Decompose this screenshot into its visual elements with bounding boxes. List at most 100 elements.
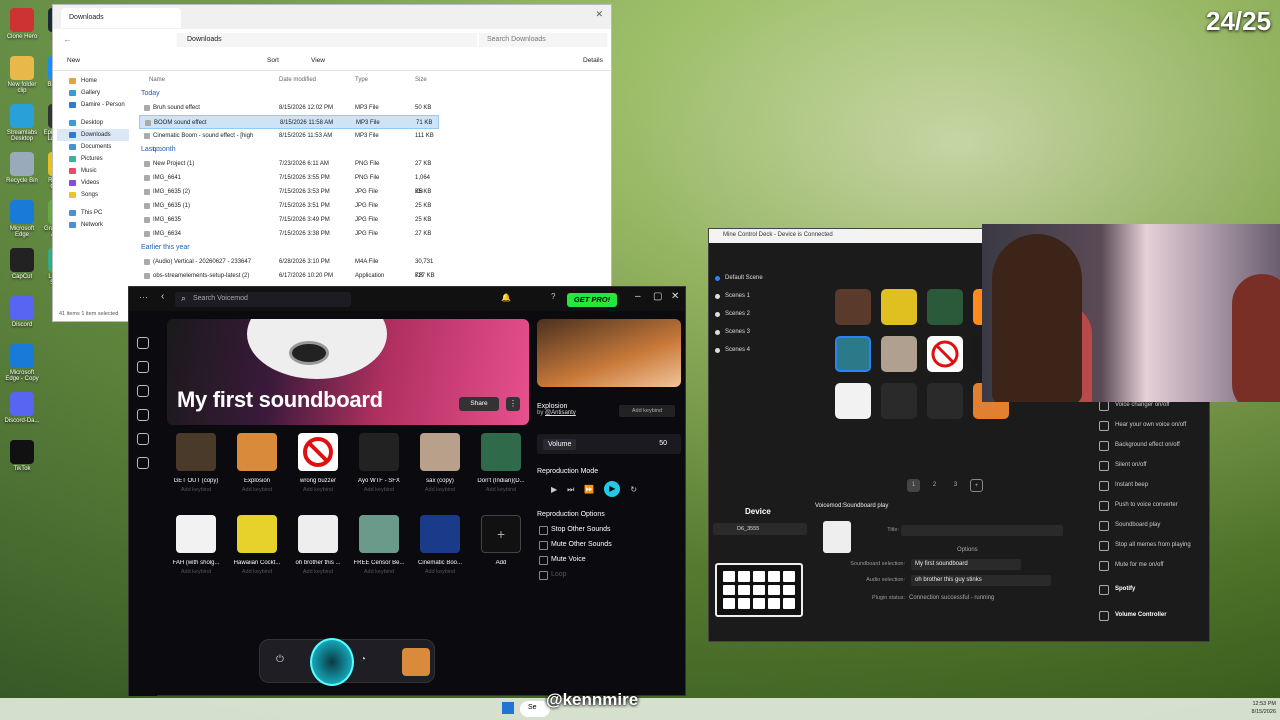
action-item[interactable]: Silent on/off — [1089, 455, 1211, 475]
device-select[interactable]: D6_3555 — [713, 523, 807, 535]
nav-item[interactable]: Videos — [57, 177, 129, 189]
desktop-icon[interactable]: Discord — [4, 296, 40, 328]
sidebar-settings-icon[interactable] — [137, 457, 149, 469]
more-options-button[interactable]: ⋮ — [506, 397, 520, 411]
page-button[interactable]: 2 — [928, 479, 941, 492]
sound-pad[interactable]: FREE Censor Be... Add keybind — [352, 515, 406, 575]
file-row[interactable]: IMG_6641 7/15/2026 3:55 PM PNG File 1,064 K… — [139, 171, 439, 195]
reproduction-option-checkbox[interactable]: Mute Other Sounds — [537, 541, 681, 550]
file-row[interactable]: Bruh sound effect 8/15/2026 12:02 PM MP3 F… — [139, 101, 439, 115]
action-item[interactable]: Hear your own voice on/off — [1089, 415, 1211, 435]
soundboard-select[interactable]: My first soundboard — [911, 559, 1021, 570]
view-button[interactable]: View — [311, 57, 325, 64]
file-row[interactable]: obs-streamelements-setup-latest (2) 6/17/… — [139, 269, 439, 283]
play-icon[interactable]: ▶ — [551, 485, 557, 497]
group-header[interactable]: Today — [139, 87, 439, 101]
sound-pad[interactable]: sax (copy) Add keybind — [413, 433, 467, 493]
action-group[interactable]: Volume Controller — [1089, 605, 1211, 625]
menu-icon[interactable]: ⋯ — [139, 292, 148, 303]
bell-icon[interactable]: 🔔 — [501, 293, 511, 302]
explorer-search-input[interactable]: Search Downloads — [479, 33, 607, 47]
sound-pad[interactable]: Hawaiian Cockt... Add keybind — [230, 515, 284, 575]
reproduction-option-checkbox[interactable]: Loop — [537, 571, 681, 580]
volume-control[interactable]: Volume 50 — [537, 434, 681, 454]
deck-key[interactable] — [881, 336, 917, 372]
nav-item[interactable]: Damire - Person — [57, 99, 129, 111]
scene-item[interactable]: Default Scene — [711, 269, 811, 287]
deck-key[interactable] — [927, 383, 963, 419]
action-item[interactable]: Mute for me on/off — [1089, 555, 1211, 575]
desktop-icon[interactable]: Microsoft Edge - Copy — [4, 344, 40, 382]
action-item[interactable]: Soundboard play — [1089, 515, 1211, 535]
file-row[interactable]: BOOM sound effect 8/15/2026 11:58 AM MP3 F… — [139, 115, 439, 129]
scene-item[interactable]: Scenes 3 — [711, 323, 811, 341]
action-item[interactable]: Background effect on/off — [1089, 435, 1211, 455]
file-explorer-window[interactable]: Downloads ✕ ← Downloads Search Downloads… — [52, 4, 612, 322]
group-header[interactable]: Earlier this year — [139, 241, 439, 255]
desktop-icon[interactable]: Streamlabs Desktop — [4, 104, 40, 142]
sound-pad[interactable]: Explosion Add keybind — [230, 433, 284, 493]
nav-item[interactable]: Home — [57, 75, 129, 87]
sound-pad-keybind[interactable]: Add keybind — [230, 569, 284, 575]
file-row[interactable]: (Audio) Vertical - 20260627 - 233647 6/28… — [139, 255, 439, 279]
sidebar-store-icon[interactable] — [137, 433, 149, 445]
file-row[interactable]: Cinematic Boom - sound effect - [high q.… — [139, 129, 439, 153]
fast-forward-icon[interactable]: ⏩ — [584, 485, 594, 497]
column-header[interactable]: Name — [149, 77, 165, 83]
sidebar-user-icon[interactable] — [137, 409, 149, 421]
sound-pad-keybind[interactable]: Add keybind — [413, 569, 467, 575]
reproduction-option-checkbox[interactable]: Mute Voice — [537, 556, 681, 565]
deck-key[interactable] — [881, 289, 917, 325]
sound-pad-keybind[interactable]: Add keybind — [169, 569, 223, 575]
voicemod-search-input[interactable]: Search Voicemod — [175, 292, 351, 307]
sidebar-effects-icon[interactable] — [137, 361, 149, 373]
power-icon[interactable]: ⏻ — [276, 654, 284, 665]
sidebar-soundboard-icon[interactable] — [137, 385, 149, 397]
address-bar[interactable]: Downloads — [177, 33, 477, 47]
minimize-icon[interactable]: – — [635, 291, 641, 302]
sound-pad[interactable]: Don't (Indian)(D... Add keybind — [474, 433, 528, 493]
scene-item[interactable]: Scenes 2 — [711, 305, 811, 323]
add-page-button[interactable]: + — [970, 479, 983, 492]
back-arrow-icon[interactable]: ← — [63, 34, 72, 44]
back-icon[interactable]: ‹ — [161, 291, 164, 302]
nav-item[interactable]: Gallery — [57, 87, 129, 99]
action-item[interactable]: Instant beep — [1089, 475, 1211, 495]
sound-pad-keybind[interactable]: Add keybind — [169, 487, 223, 493]
deck-key[interactable] — [881, 383, 917, 419]
nav-item[interactable]: Documents — [57, 141, 129, 153]
details-button[interactable]: Details — [583, 57, 603, 64]
nav-item[interactable]: Downloads — [57, 129, 129, 141]
action-item[interactable]: Push to voice converter — [1089, 495, 1211, 515]
desktop-icon[interactable]: Discord-Da... — [4, 392, 40, 424]
skip-icon[interactable]: ⏭ — [567, 485, 574, 497]
desktop-icon[interactable]: Clone Hero — [4, 8, 40, 40]
deck-key[interactable] — [835, 336, 871, 372]
deck-key[interactable] — [927, 336, 963, 372]
page-button[interactable]: 3 — [949, 479, 962, 492]
sidebar-voice-icon[interactable] — [137, 337, 149, 349]
ear-icon[interactable]: ◔ — [360, 654, 366, 665]
sound-pad-keybind[interactable]: Add keybind — [230, 487, 284, 493]
sound-pad[interactable]: oh brother this ... Add keybind — [291, 515, 345, 575]
play-pause-icon[interactable]: ▶ — [604, 481, 621, 497]
nav-item[interactable]: Songs — [57, 189, 129, 201]
scene-item[interactable]: Scenes 1 — [711, 287, 811, 305]
file-row[interactable]: IMG_6635 7/15/2026 3:49 PM JPG File 25 KB — [139, 213, 439, 227]
desktop-icon[interactable]: Recycle Bin — [4, 152, 40, 184]
file-row[interactable]: IMG_6634 7/15/2026 3:38 PM JPG File 27 KB — [139, 227, 439, 241]
close-icon[interactable]: ✕ — [671, 291, 679, 302]
scene-item[interactable]: Scenes 4 — [711, 341, 811, 359]
microphone-icon[interactable] — [310, 638, 354, 686]
deck-key[interactable] — [835, 383, 871, 419]
sound-pad[interactable]: Cinematic Boo... Add keybind — [413, 515, 467, 575]
close-icon[interactable]: ✕ — [595, 9, 603, 20]
nav-item[interactable]: Network — [57, 219, 129, 231]
column-header[interactable]: Date modified — [279, 77, 316, 83]
nav-item[interactable]: This PC — [57, 207, 129, 219]
sound-pad[interactable]: GET OUT (copy) Add keybind — [169, 433, 223, 493]
audio-select[interactable]: oh brother this guy stinks — [911, 575, 1051, 586]
explorer-tab[interactable]: Downloads — [61, 8, 181, 28]
desktop-icon[interactable]: Microsoft Edge — [4, 200, 40, 238]
share-button[interactable]: Share — [459, 397, 499, 411]
